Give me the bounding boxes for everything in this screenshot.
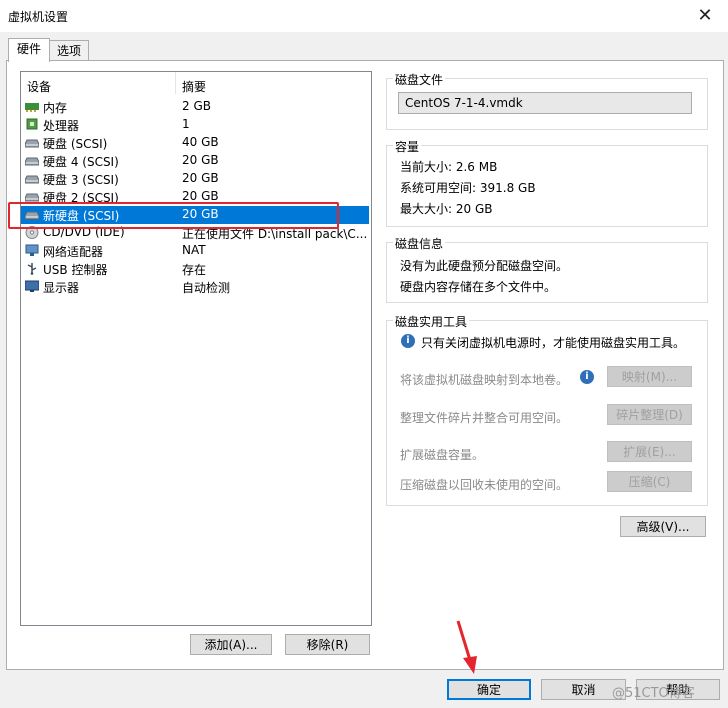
disk-icon (24, 136, 40, 149)
disk-info-line1: 没有为此硬盘预分配磁盘空间。 (400, 259, 569, 273)
device-summary: 自动检测 (182, 281, 231, 295)
memory-icon (25, 100, 39, 113)
disk-icon (24, 154, 40, 167)
cpu-icon (25, 118, 39, 131)
utilities-notice: 只有关闭虚拟机电源时，才能使用磁盘实用工具。 (421, 336, 686, 350)
compact-button[interactable]: 压缩(C) (607, 471, 692, 492)
device-summary: 存在 (182, 263, 207, 277)
highlight-annotation-box (8, 202, 339, 229)
title-bar (0, 0, 728, 32)
max-size-label: 最大大小: 20 GB (400, 202, 493, 216)
close-button[interactable]: ✕ (690, 4, 720, 28)
map-info-icon: i (580, 370, 594, 384)
remove-device-button[interactable]: 移除(R) (285, 634, 370, 655)
device-name: 内存 (43, 101, 68, 115)
advanced-button[interactable]: 高级(V)... (620, 516, 706, 537)
network-icon (25, 244, 39, 257)
usb-icon (25, 262, 39, 275)
tab-hardware[interactable]: 硬件 (8, 38, 50, 62)
expand-description: 扩展磁盘容量。 (400, 448, 485, 462)
disk-info-line2: 硬盘内容存储在多个文件中。 (400, 280, 557, 294)
map-description: 将该虚拟机磁盘映射到本地卷。 (400, 373, 569, 387)
column-header-device[interactable]: 设备 (27, 78, 51, 95)
device-name: 硬盘 4 (SCSI) (43, 155, 119, 169)
device-summary: 2 GB (182, 99, 211, 113)
defrag-button[interactable]: 碎片整理(D) (607, 404, 692, 425)
device-summary: 20 GB (182, 171, 219, 185)
device-row[interactable]: 网络适配器 NAT (21, 242, 369, 260)
device-summary: 40 GB (182, 135, 219, 149)
disk-file-field[interactable]: CentOS 7-1-4.vmdk (398, 92, 692, 114)
device-name: 硬盘 (SCSI) (43, 137, 108, 151)
column-separator[interactable] (175, 72, 176, 94)
disk-utilities-title: 磁盘实用工具 (393, 313, 470, 330)
device-summary: 1 (182, 117, 190, 131)
ok-button[interactable]: 确定 (447, 679, 531, 700)
device-row[interactable]: 硬盘 4 (SCSI) 20 GB (21, 152, 369, 170)
annotation-arrow-icon (456, 620, 477, 674)
disk-file-title: 磁盘文件 (393, 71, 446, 88)
map-button[interactable]: 映射(M)... (607, 366, 692, 387)
device-name: USB 控制器 (43, 263, 108, 277)
disk-info-title: 磁盘信息 (393, 235, 446, 252)
current-size-label: 当前大小: 2.6 MB (400, 160, 498, 174)
device-row[interactable]: 显示器 自动检测 (21, 278, 369, 296)
device-summary: NAT (182, 243, 206, 257)
compact-description: 压缩磁盘以回收未使用的空间。 (400, 478, 569, 492)
device-summary: 20 GB (182, 189, 219, 203)
device-name: 显示器 (43, 281, 80, 295)
expand-button[interactable]: 扩展(E)... (607, 441, 692, 462)
info-icon: i (401, 334, 415, 348)
device-row[interactable]: USB 控制器 存在 (21, 260, 369, 278)
available-space-label: 系统可用空间: 391.8 GB (400, 181, 536, 195)
watermark: @51CTO博客 (612, 686, 695, 701)
defrag-description: 整理文件碎片并整合可用空间。 (400, 411, 569, 425)
device-name: 处理器 (43, 119, 80, 133)
column-header-summary[interactable]: 摘要 (182, 78, 206, 95)
monitor-icon (24, 280, 40, 293)
device-summary: 20 GB (182, 153, 219, 167)
capacity-title: 容量 (393, 138, 422, 155)
device-name: 网络适配器 (43, 245, 104, 259)
device-row[interactable]: 处理器 1 (21, 116, 369, 134)
add-device-button[interactable]: 添加(A)... (190, 634, 272, 655)
device-row[interactable]: 硬盘 (SCSI) 40 GB (21, 134, 369, 152)
disk-icon (24, 172, 40, 185)
device-name: 硬盘 3 (SCSI) (43, 173, 119, 187)
device-row[interactable]: 硬盘 3 (SCSI) 20 GB (21, 170, 369, 188)
window-title: 虚拟机设置 (8, 10, 69, 24)
tab-options[interactable]: 选项 (49, 40, 89, 61)
device-row[interactable]: 内存 2 GB (21, 98, 369, 116)
